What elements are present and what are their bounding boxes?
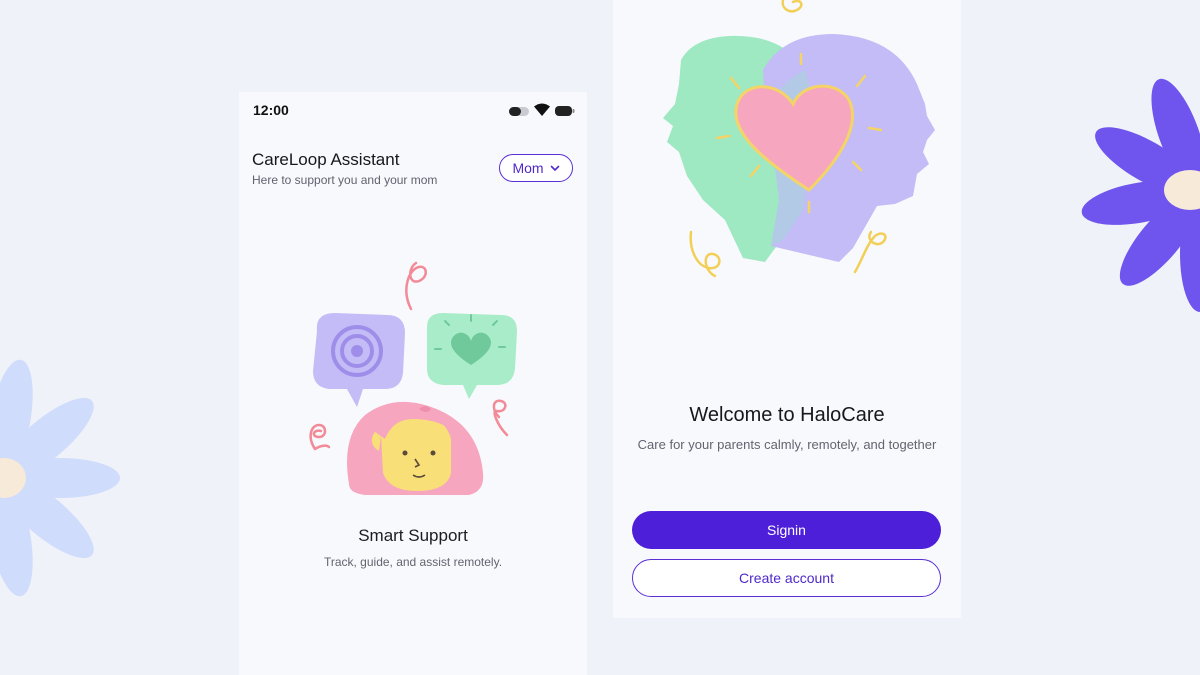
- heart-heads-illustration: [663, 0, 935, 278]
- profile-select[interactable]: Mom: [499, 154, 573, 182]
- welcome-subtitle: Care for your parents calmly, remotely, …: [637, 437, 937, 452]
- battery-saver-icon: [509, 107, 529, 116]
- app-header: CareLoop Assistant Here to support you a…: [239, 142, 587, 202]
- purple-flower-decoration: [1081, 78, 1200, 312]
- profile-select-value: Mom: [512, 160, 544, 176]
- welcome-title: Welcome to HaloCare: [689, 404, 885, 426]
- app-subtitle: Here to support you and your mom: [252, 173, 438, 187]
- smart-support-illustration: [309, 261, 517, 495]
- onboarding-subtitle: Track, guide, and assist remotely.: [323, 555, 503, 569]
- chevron-down-icon: [550, 165, 559, 172]
- app-title: CareLoop Assistant: [252, 150, 400, 169]
- create-account-button[interactable]: Create account: [632, 559, 941, 597]
- status-icons: [509, 103, 575, 119]
- onboarding-title: Smart Support: [358, 526, 468, 545]
- halocare-screen: Welcome to HaloCare Care for your parent…: [613, 0, 961, 618]
- status-time: 12:00: [253, 102, 289, 118]
- blue-flower-decoration: [0, 359, 120, 597]
- careloop-screen: 12:00 CareLoop Assistant Here to support…: [239, 92, 587, 675]
- wifi-icon: [534, 103, 550, 116]
- battery-icon: [555, 106, 575, 116]
- signin-button[interactable]: Signin: [632, 511, 941, 549]
- status-bar: 12:00: [239, 92, 587, 128]
